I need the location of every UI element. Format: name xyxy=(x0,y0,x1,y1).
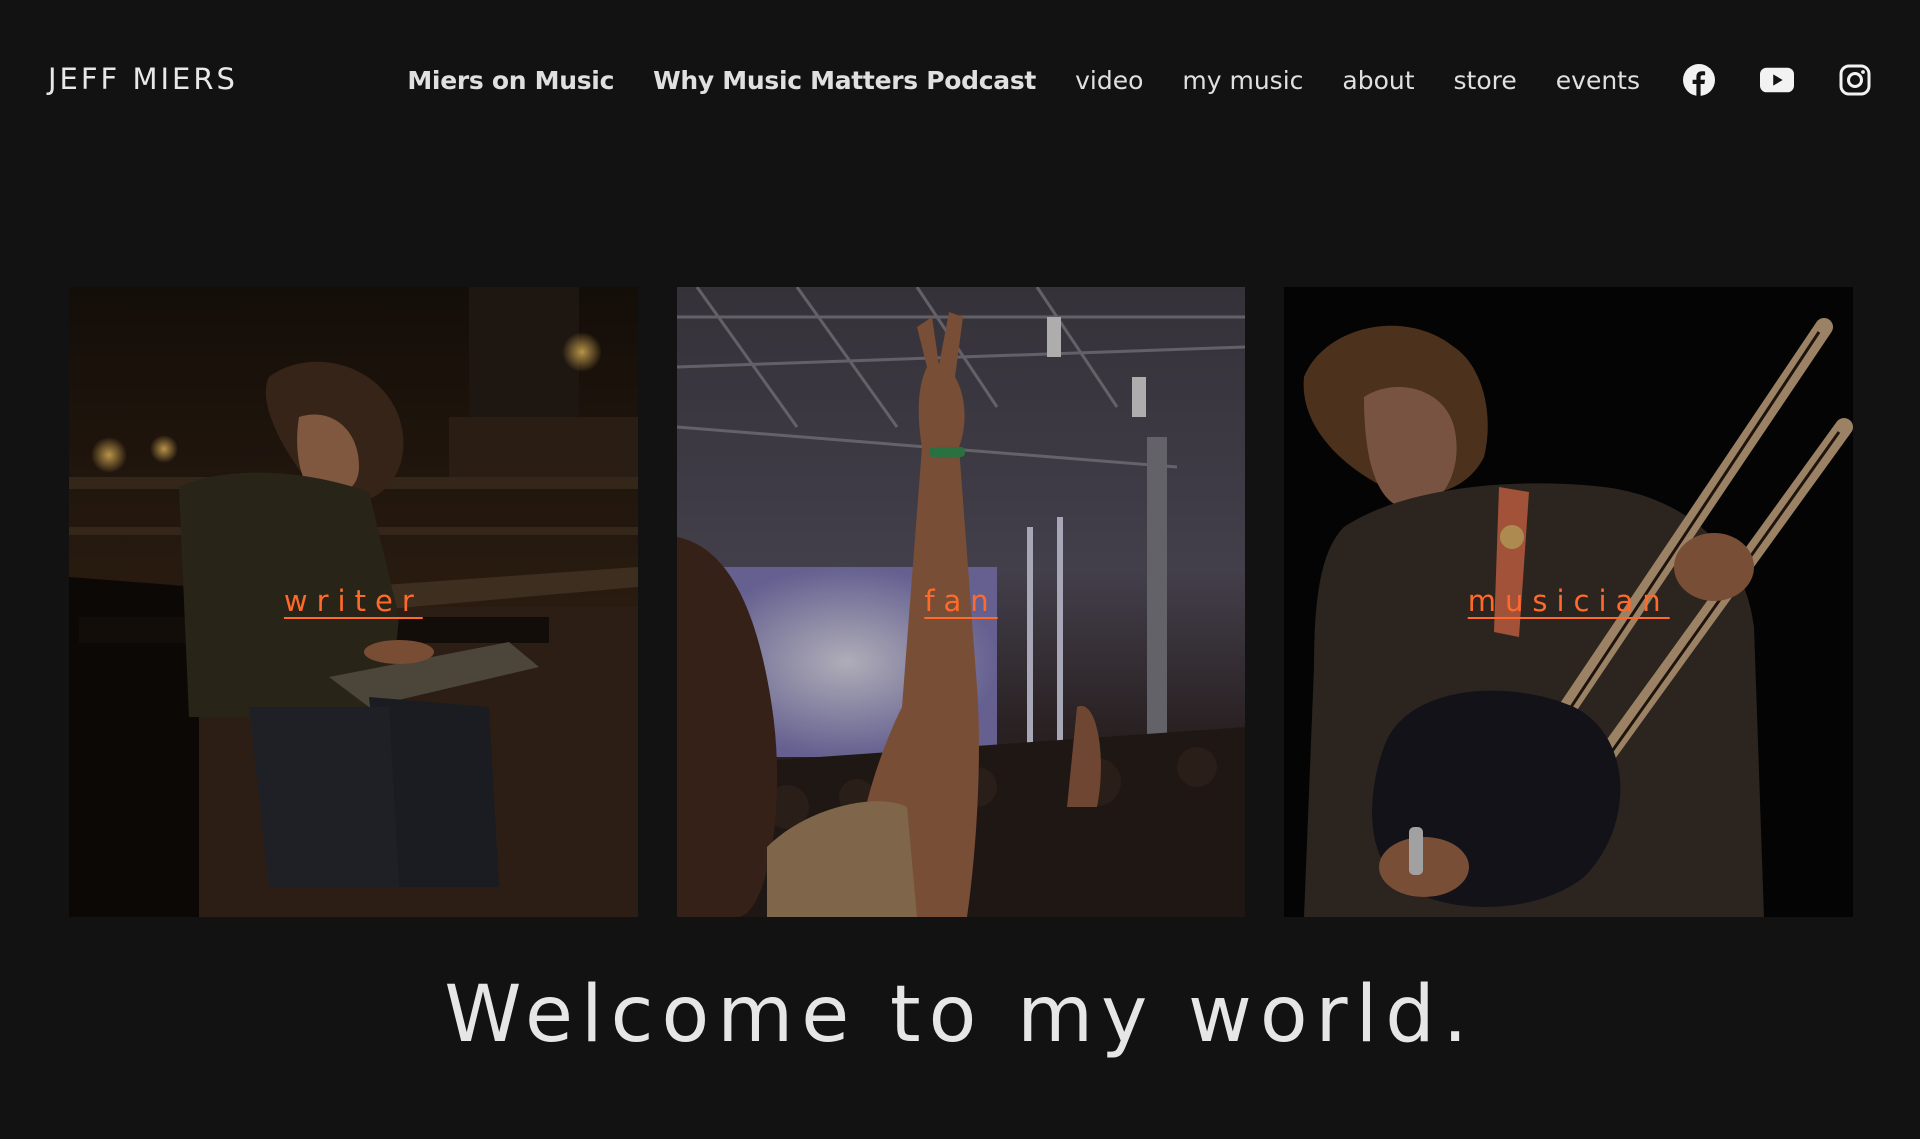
fan-tile[interactable]: fan xyxy=(676,287,1246,917)
fan-tile-label: fan xyxy=(924,584,998,618)
nav-item-miers-on-music[interactable]: Miers on Music xyxy=(407,66,614,95)
nav-item-store[interactable]: store xyxy=(1454,66,1517,95)
facebook-icon xyxy=(1683,64,1715,96)
musician-tile[interactable]: musician xyxy=(1284,287,1854,917)
youtube-icon xyxy=(1760,67,1794,93)
nav-item-about[interactable]: about xyxy=(1342,66,1414,95)
instagram-link[interactable] xyxy=(1838,63,1872,97)
nav-item-my-music[interactable]: my music xyxy=(1182,66,1303,95)
writer-tile-label: writer xyxy=(283,584,423,618)
nav-item-podcast[interactable]: Why Music Matters Podcast xyxy=(653,66,1036,95)
main-nav: Miers on Music Why Music Matters Podcast… xyxy=(407,56,1872,104)
writer-tile[interactable]: writer xyxy=(69,287,638,917)
site-header: JEFF MIERS Miers on Music Why Music Matt… xyxy=(0,0,1920,160)
facebook-link[interactable] xyxy=(1682,63,1716,97)
nav-item-events[interactable]: events xyxy=(1556,66,1640,95)
welcome-heading: Welcome to my world. xyxy=(444,970,1476,1060)
photo-gallery: writer fan musician xyxy=(69,287,1854,917)
nav-item-video[interactable]: video xyxy=(1075,66,1143,95)
musician-tile-label: musician xyxy=(1467,584,1670,618)
instagram-icon xyxy=(1839,64,1871,96)
youtube-link[interactable] xyxy=(1760,63,1794,97)
site-title-link[interactable]: JEFF MIERS xyxy=(48,62,238,96)
social-links xyxy=(1682,63,1872,97)
